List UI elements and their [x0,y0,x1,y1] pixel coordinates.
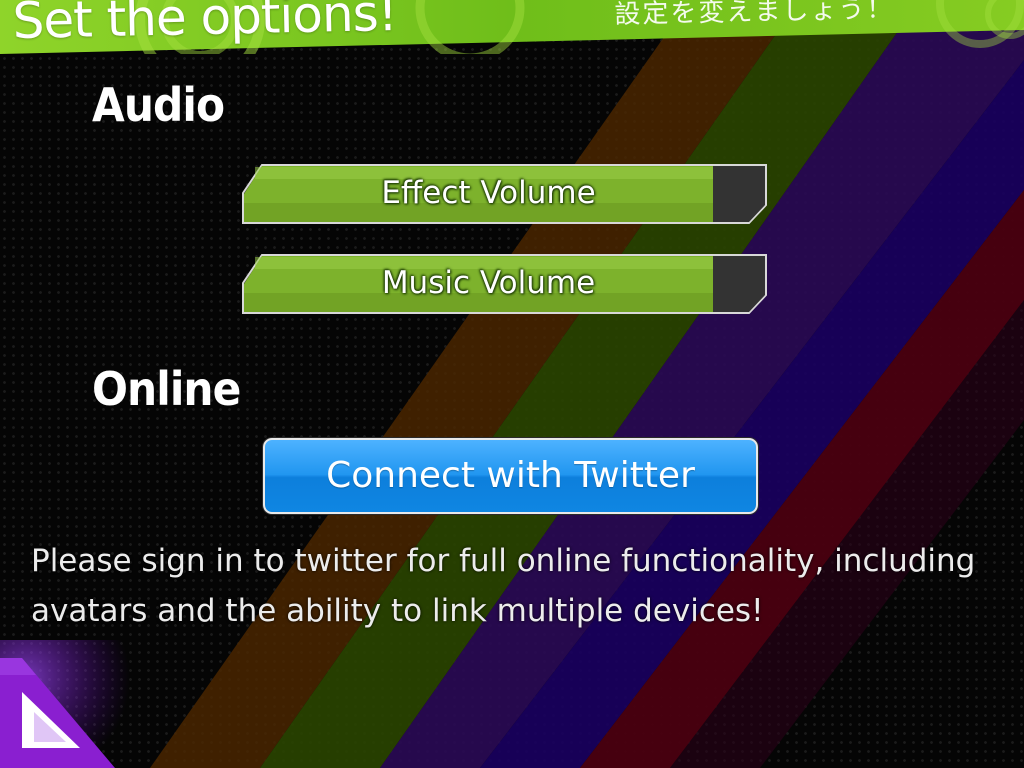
online-info-text: Please sign in to twitter for full onlin… [31,543,976,629]
back-button[interactable] [0,640,130,768]
audio-section-heading: Audio [92,78,225,132]
connect-twitter-button[interactable]: Connect with Twitter [263,438,758,514]
header-banner: Set the options! 設定を変えましょう！ [0,0,1024,54]
back-triangle-icon [0,640,130,768]
options-screen: Set the options! 設定を変えましょう！ Audio Effect… [0,0,1024,768]
effect-volume-slider[interactable]: Effect Volume [241,163,768,225]
music-volume-slider-track [242,254,767,314]
online-section-heading: Online [92,362,241,416]
page-title: Set the options! [12,0,398,50]
music-volume-slider[interactable]: Music Volume [241,253,768,315]
effect-volume-slider-track [242,164,767,224]
